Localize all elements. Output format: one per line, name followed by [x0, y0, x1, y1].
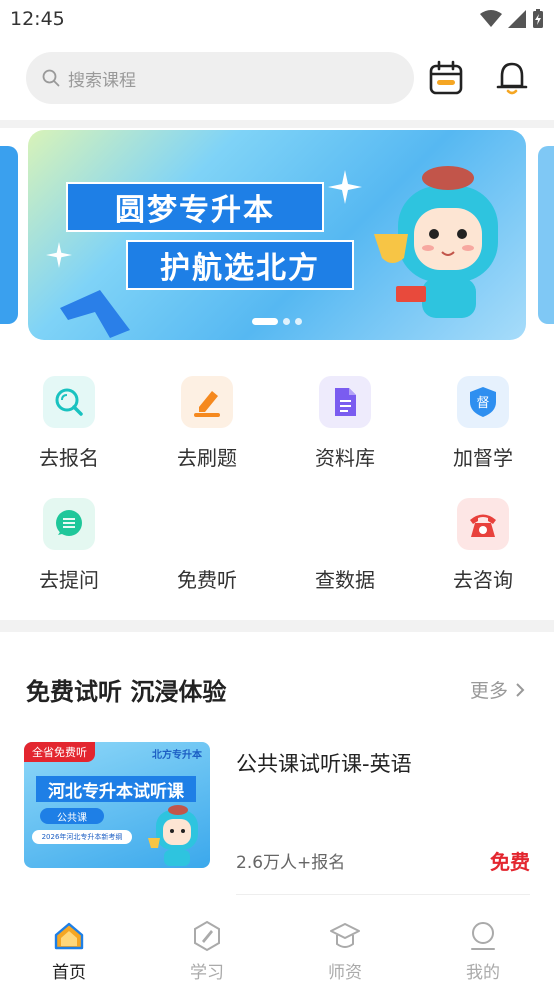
banner-slide[interactable]: 圆梦专升本 护航选北方	[28, 130, 526, 340]
tab-label: 我的	[466, 963, 500, 983]
search-input[interactable]: 搜索课程	[26, 52, 414, 104]
enroll-count: 2.6万人+报名	[236, 853, 346, 873]
arrow-shape	[60, 290, 130, 338]
divider	[236, 894, 530, 895]
status-time: 12:45	[10, 8, 65, 30]
banner-headline-1: 圆梦专升本	[66, 182, 324, 232]
shield-icon: 督	[457, 376, 509, 428]
action-ask[interactable]: 去提问	[0, 482, 138, 592]
home-icon	[54, 922, 84, 950]
bell-icon[interactable]	[494, 60, 530, 96]
action-label: 资料库	[315, 446, 375, 470]
carousel-dot[interactable]	[283, 318, 290, 325]
thumb-tag: 全省免费听	[24, 742, 95, 762]
thumb-title: 河北专升本试听课	[36, 776, 196, 802]
sparkle-icon	[328, 170, 362, 204]
sparkle-icon	[46, 242, 72, 268]
divider	[0, 620, 554, 632]
graduation-cap-icon	[330, 923, 360, 948]
course-thumbnail[interactable]: 全省免费听 北方专升本 河北专升本试听课 公共课 2026年河北专升本新考纲	[24, 742, 210, 868]
more-label: 更多	[470, 680, 509, 702]
more-link[interactable]: 更多	[470, 676, 526, 703]
action-label: 去刷题	[177, 446, 237, 470]
section-title: 免费试听 沉浸体验	[26, 678, 227, 706]
signal-icon	[508, 10, 526, 28]
chevron-right-icon	[516, 683, 525, 697]
thumb-subtitle: 2026年河北专升本新考纲	[32, 830, 132, 844]
action-label: 查数据	[315, 568, 375, 592]
tab-label: 学习	[190, 963, 224, 983]
profile-icon	[471, 922, 495, 950]
tab-study[interactable]: 学习	[138, 908, 276, 984]
carousel-dot[interactable]	[252, 318, 278, 325]
thumb-brand: 北方专升本	[152, 750, 202, 761]
action-free-listen[interactable]: 免费听	[138, 482, 276, 592]
carousel-dot[interactable]	[295, 318, 302, 325]
mascot-illustration	[148, 805, 198, 866]
price-label: 免费	[490, 850, 530, 874]
course-title: 公共课试听课-英语	[236, 752, 412, 776]
tab-profile[interactable]: 我的	[414, 908, 552, 984]
action-label: 去提问	[39, 568, 99, 592]
shield-glyph: 督	[476, 396, 489, 411]
tab-home[interactable]: 首页	[0, 908, 138, 984]
banner-carousel[interactable]: 圆梦专升本 护航选北方	[0, 128, 554, 348]
action-practice[interactable]: 去刷题	[138, 360, 276, 470]
action-label: 免费听	[177, 568, 237, 592]
document-icon	[319, 376, 371, 428]
search-icon	[43, 376, 95, 428]
carousel-indicator	[252, 318, 302, 325]
tab-teachers[interactable]: 师资	[276, 908, 414, 984]
divider	[0, 120, 554, 128]
battery-icon	[533, 9, 543, 28]
mascot-illustration	[374, 166, 498, 318]
action-label: 加督学	[453, 446, 513, 470]
action-register[interactable]: 去报名	[0, 360, 138, 470]
tab-label: 首页	[52, 963, 86, 983]
status-icons	[480, 9, 544, 29]
action-label: 去报名	[39, 446, 99, 470]
chat-icon	[43, 498, 95, 550]
thumb-chip: 公共课	[40, 808, 104, 824]
bottom-tab-bar: 首页 学习 师资 我的	[0, 908, 554, 984]
search-placeholder: 搜索课程	[68, 70, 136, 91]
status-bar: 12:45	[0, 0, 554, 40]
phone-icon	[457, 498, 509, 550]
banner-prev-peek[interactable]	[0, 146, 18, 324]
action-supervise[interactable]: 督 加督学	[414, 360, 552, 470]
tab-label: 师资	[328, 963, 362, 983]
calendar-icon[interactable]	[428, 60, 464, 96]
pencil-icon	[181, 376, 233, 428]
course-card[interactable]: 全省免费听 北方专升本 河北专升本试听课 公共课 2026年河北专升本新考纲 公…	[24, 742, 530, 898]
wifi-icon	[480, 10, 502, 27]
study-icon	[194, 920, 220, 952]
search-icon	[42, 69, 60, 87]
action-consult[interactable]: 去咨询	[414, 482, 552, 592]
header: 搜索课程	[0, 40, 554, 120]
action-library[interactable]: 资料库	[276, 360, 414, 470]
action-data[interactable]: 查数据	[276, 482, 414, 592]
banner-headline-2: 护航选北方	[126, 240, 354, 290]
banner-next-peek[interactable]	[538, 146, 554, 324]
action-label: 去咨询	[453, 568, 513, 592]
